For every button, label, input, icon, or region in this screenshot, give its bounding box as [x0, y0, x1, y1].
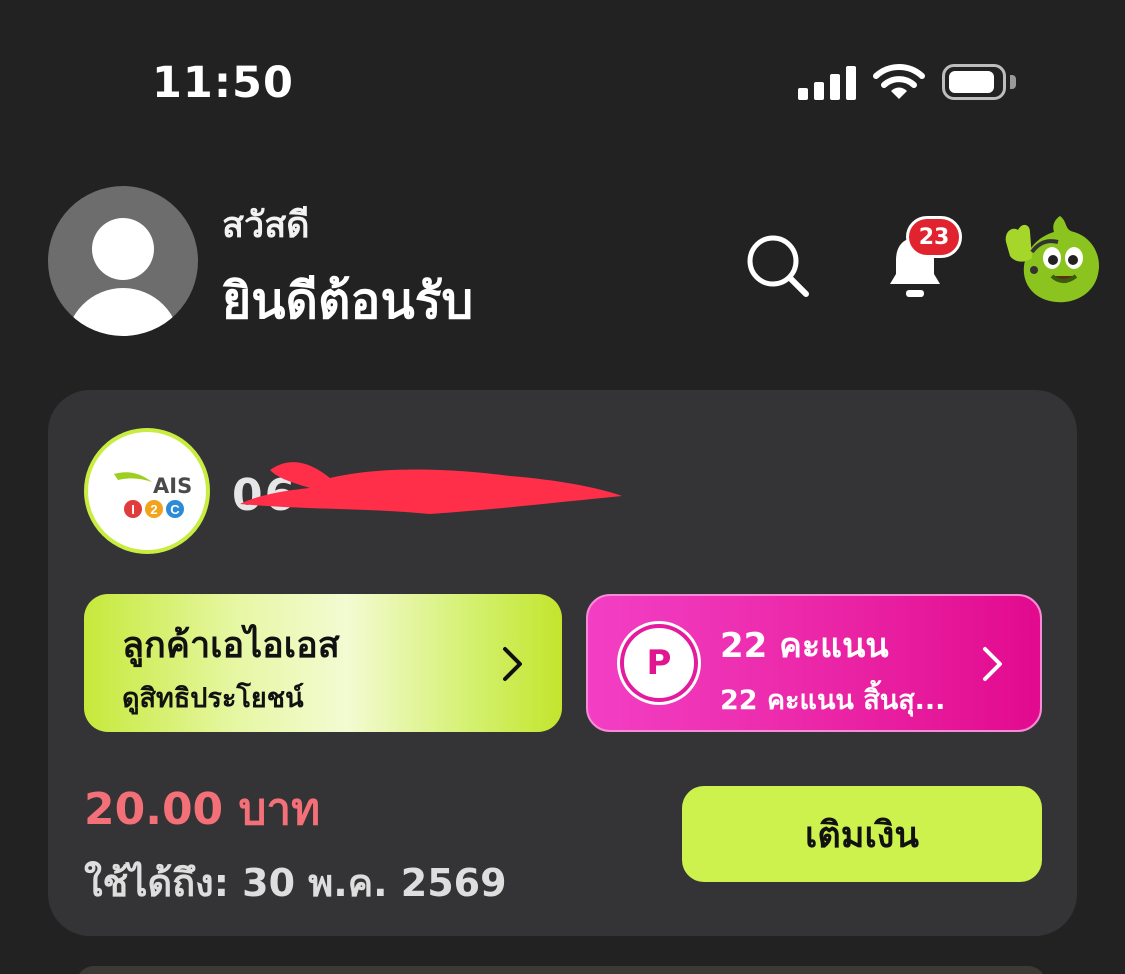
wifi-icon [873, 64, 925, 99]
ais-logo-text: AIS [153, 474, 193, 498]
status-time: 11:50 [152, 58, 294, 108]
avatar-head [92, 218, 154, 280]
app-screen: 11:50 สวัสดี ยินดีต้อนรับ 23 AIS I 2 C ล… [0, 0, 1125, 974]
svg-text:I: I [131, 502, 135, 517]
avatar-body [66, 288, 180, 336]
cellular-signal-icon [798, 66, 856, 100]
ais-pill-title: ลูกค้าเอไอเอส [122, 625, 340, 666]
i2c-logo: I 2 C [124, 500, 184, 518]
svg-text:2: 2 [150, 502, 157, 517]
balance-amount: 20.00 บาท [84, 784, 321, 835]
points-icon: P [620, 624, 698, 702]
greeting-small: สวัสดี [222, 205, 310, 246]
chevron-right-icon [503, 647, 522, 681]
search-icon[interactable] [744, 232, 810, 298]
battery-tip [1010, 75, 1016, 89]
svg-text:C: C [170, 502, 180, 517]
battery-icon [942, 64, 1006, 100]
mascot-icon[interactable] [1002, 212, 1106, 306]
greeting-title: ยินดีต้อนรับ [222, 272, 474, 330]
next-card-peek [76, 966, 1046, 974]
notification-badge: 23 [906, 216, 962, 258]
chevron-right-icon [983, 647, 1002, 681]
avatar[interactable] [48, 186, 198, 336]
redaction-scribble [240, 462, 622, 514]
battery-level [949, 71, 994, 93]
points-subtitle: 22 คะแนน สิ้นสุ... [720, 685, 946, 716]
points-title: 22 คะแนน [720, 626, 889, 666]
balance-validity: ใช้ได้ถึง: 30 พ.ค. 2569 [84, 861, 507, 905]
ais-pill-subtitle: ดูสิทธิประโยชน์ [122, 683, 304, 714]
topup-button[interactable]: เติมเงิน [682, 786, 1042, 882]
